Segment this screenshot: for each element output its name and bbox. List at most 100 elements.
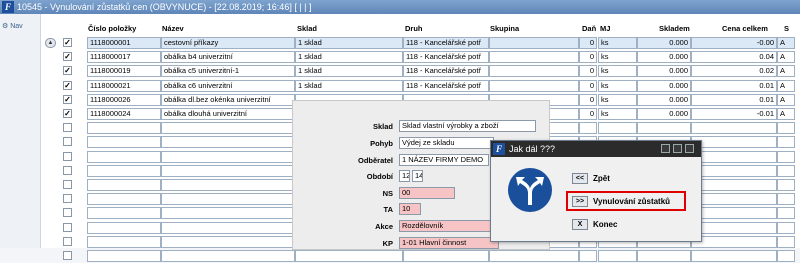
cell-cislo[interactable] <box>87 179 161 191</box>
cell-skladem[interactable]: 0.000 <box>637 65 691 78</box>
cell-skladem[interactable]: 0.000 <box>637 108 691 120</box>
ta-field[interactable]: 10 <box>399 203 421 215</box>
cell-dan[interactable] <box>579 122 597 135</box>
cell-s[interactable]: A <box>777 65 795 78</box>
col-header-skladem[interactable]: Skladem <box>659 24 690 35</box>
minimize-icon[interactable] <box>661 144 670 153</box>
row-checkbox[interactable]: ✓ <box>63 38 72 47</box>
cell-cislo[interactable] <box>87 164 161 177</box>
cell-cislo[interactable]: 1118000024 <box>87 108 161 120</box>
row-checkbox[interactable] <box>63 137 72 147</box>
cell-sklad[interactable] <box>295 250 403 262</box>
cell-s[interactable] <box>777 164 795 177</box>
row-checkbox[interactable]: ✓ <box>63 80 72 90</box>
cell-nazev[interactable] <box>161 150 295 163</box>
row-checkbox[interactable] <box>63 180 72 189</box>
cell-cislo[interactable] <box>87 193 161 206</box>
cell-druh[interactable]: 118 - Kancelářské potř <box>403 51 489 64</box>
row-checkbox[interactable]: ✓ <box>63 109 72 118</box>
row-checkbox[interactable]: ✓ <box>63 94 72 104</box>
back-button[interactable]: << <box>572 173 588 184</box>
cell-cislo[interactable]: 1118000021 <box>87 79 161 92</box>
row-checkbox[interactable] <box>63 236 72 246</box>
cell-nazev[interactable] <box>161 179 295 191</box>
pohyb-field[interactable]: Výdej ze skladu <box>399 137 494 149</box>
cell-s[interactable] <box>777 150 795 163</box>
cell-nazev[interactable] <box>161 164 295 177</box>
table-row[interactable] <box>41 249 800 263</box>
cell-s[interactable] <box>777 221 795 234</box>
cell-cislo[interactable]: 1118000017 <box>87 51 161 64</box>
col-header-sklad[interactable]: Sklad <box>297 24 317 35</box>
cell-sklad[interactable]: 1 sklad <box>295 79 403 92</box>
cell-druh[interactable]: 118 - Kancelářské potř <box>403 65 489 78</box>
cell-druh[interactable]: 118 - Kancelářské potř <box>403 37 489 49</box>
sklad-field[interactable]: Sklad vlastní výrobky a zboží <box>399 120 536 132</box>
cell-s[interactable]: A <box>777 37 795 49</box>
cell-nazev[interactable] <box>161 221 295 234</box>
cell-s[interactable] <box>777 193 795 206</box>
cell-mj[interactable]: ks <box>598 37 637 49</box>
cell-skladem[interactable]: 0.000 <box>637 51 691 64</box>
cell-dan[interactable] <box>579 250 597 262</box>
col-header-cislo[interactable]: Číslo položky <box>88 24 136 35</box>
col-header-druh[interactable]: Druh <box>405 24 423 35</box>
cell-mj[interactable]: ks <box>598 65 637 78</box>
cell-s[interactable]: A <box>777 93 795 106</box>
table-row[interactable]: ✓ 1118000017 obálka b4 univerzitní 1 sklad 1… <box>41 50 800 64</box>
cell-nazev[interactable] <box>161 122 295 135</box>
cell-cena[interactable] <box>691 122 777 135</box>
cell-cena[interactable]: -0.01 <box>691 108 777 120</box>
cell-dan[interactable]: 0 <box>579 65 597 78</box>
close-button[interactable]: X <box>572 219 588 230</box>
cell-cena[interactable]: 0.02 <box>691 65 777 78</box>
table-row[interactable]: ✓ 1118000021 obálka c6 univerzitní 1 sklad 1… <box>41 79 800 93</box>
cell-cena[interactable] <box>691 235 777 248</box>
cell-druh[interactable] <box>403 250 489 262</box>
obdobi-month-field[interactable]: 12 <box>399 170 410 182</box>
cell-nazev[interactable] <box>161 235 295 248</box>
col-header-s[interactable]: S <box>784 24 789 35</box>
cell-mj[interactable] <box>598 250 637 262</box>
cell-cislo[interactable] <box>87 136 161 149</box>
row-checkbox[interactable]: ✓ <box>63 52 72 62</box>
nav-button[interactable]: ⚙ Nav <box>2 22 23 30</box>
row-checkbox[interactable] <box>63 208 72 218</box>
cell-nazev[interactable]: obálka c5 univerzitní-1 <box>161 65 295 78</box>
obdobi-year-field[interactable]: 14 <box>412 170 423 182</box>
cell-skladem[interactable]: 0.000 <box>637 93 691 106</box>
cell-cislo[interactable] <box>87 235 161 248</box>
close-icon[interactable] <box>685 144 694 153</box>
cell-cena[interactable] <box>691 164 777 177</box>
table-row[interactable]: ✓ 1118000001 cestovní příkazy 1 sklad 118 - … <box>41 36 800 50</box>
odberatel-field[interactable]: 1 NÁZEV FIRMY DEMO <box>399 154 489 166</box>
cell-s[interactable] <box>777 235 795 248</box>
cell-skladem[interactable]: 0.000 <box>637 37 691 49</box>
cell-skupina[interactable] <box>489 37 579 49</box>
cell-cislo[interactable]: 1118000026 <box>87 93 161 106</box>
row-checkbox[interactable] <box>63 165 72 175</box>
cell-cena[interactable] <box>691 193 777 206</box>
cell-skupina[interactable] <box>489 65 579 78</box>
cell-s[interactable] <box>777 136 795 149</box>
cell-cena[interactable] <box>691 179 777 191</box>
maximize-icon[interactable] <box>673 144 682 153</box>
cell-mj[interactable]: ks <box>598 51 637 64</box>
cell-cena[interactable]: -0.00 <box>691 37 777 49</box>
ns-field[interactable]: 00 <box>399 187 455 199</box>
cell-skladem[interactable]: 0.000 <box>637 79 691 92</box>
cell-cena[interactable]: 0.01 <box>691 93 777 106</box>
cell-cislo[interactable] <box>87 122 161 135</box>
row-checkbox[interactable] <box>63 151 72 161</box>
cell-skladem[interactable] <box>637 250 691 262</box>
col-header-mj[interactable]: MJ <box>600 24 610 35</box>
row-checkbox[interactable] <box>63 123 72 133</box>
col-header-skupina[interactable]: Skupina <box>490 24 519 35</box>
cell-s[interactable] <box>777 207 795 220</box>
cell-dan[interactable]: 0 <box>579 51 597 64</box>
cell-sklad[interactable]: 1 sklad <box>295 37 403 49</box>
col-header-cena[interactable]: Cena celkem <box>722 24 768 35</box>
cell-skupina[interactable] <box>489 51 579 64</box>
cell-skladem[interactable] <box>637 122 691 135</box>
cell-sklad[interactable]: 1 sklad <box>295 65 403 78</box>
